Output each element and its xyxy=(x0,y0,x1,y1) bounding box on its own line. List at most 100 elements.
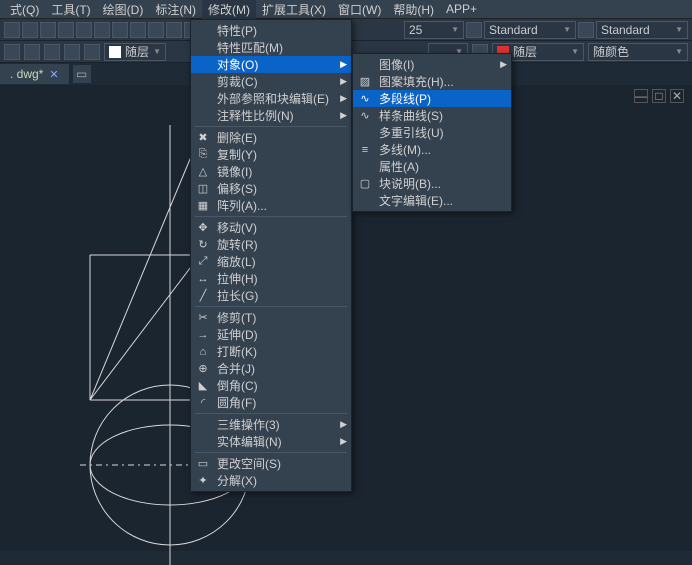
submenu-arrow-icon: ▶ xyxy=(340,436,347,447)
layer-combo[interactable]: 随层▼ xyxy=(104,43,166,61)
menu-item-label: 剪裁(C) xyxy=(217,73,258,90)
menu-item[interactable]: ▨图案填充(H)... xyxy=(353,73,511,90)
chevron-down-icon: ▼ xyxy=(671,25,683,34)
new-tab-button[interactable]: ▭ xyxy=(73,65,91,83)
menu-item-icon xyxy=(195,40,211,56)
menu-app[interactable]: APP+ xyxy=(440,0,483,18)
color-combo[interactable]: 随颜色▼ xyxy=(588,43,688,61)
menu-item[interactable]: ↻旋转(R) xyxy=(191,236,351,253)
menu-item-icon: ◫ xyxy=(195,181,211,197)
chevron-down-icon: ▼ xyxy=(559,25,571,34)
tool-icon[interactable] xyxy=(4,22,20,38)
menu-item[interactable]: 特性(P) xyxy=(191,22,351,39)
tool-icon[interactable] xyxy=(40,22,56,38)
menu-item-icon: ∿ xyxy=(357,108,373,124)
maximize-icon[interactable]: □ xyxy=(652,89,666,103)
style2-combo[interactable]: Standard▼ xyxy=(596,21,688,39)
menu-item[interactable]: 三维操作(3)▶ xyxy=(191,416,351,433)
chevron-down-icon: ▼ xyxy=(567,47,579,56)
menu-item[interactable]: →延伸(D) xyxy=(191,326,351,343)
menu-item[interactable]: 对象(O)▶ xyxy=(191,56,351,73)
dim-combo[interactable]: 25▼ xyxy=(404,21,464,39)
menu-item[interactable]: ⎘复制(Y) xyxy=(191,146,351,163)
menu-item[interactable]: ◣倒角(C) xyxy=(191,377,351,394)
menu-item[interactable]: ⊕合并(J) xyxy=(191,360,351,377)
tool-icon[interactable] xyxy=(58,22,74,38)
close-view-icon[interactable]: ✕ xyxy=(670,89,684,103)
menu-item[interactable]: ▦阵列(A)... xyxy=(191,197,351,214)
menu-dimension[interactable]: 标注(N) xyxy=(149,0,202,20)
menu-item[interactable]: △镜像(I) xyxy=(191,163,351,180)
menu-item[interactable]: ↔拉伸(H) xyxy=(191,270,351,287)
minimize-icon[interactable]: — xyxy=(634,89,648,103)
submenu-arrow-icon: ▶ xyxy=(340,93,347,104)
tool-icon[interactable] xyxy=(578,22,594,38)
menu-draw[interactable]: 绘图(D) xyxy=(97,0,150,20)
menu-item[interactable]: 属性(A) xyxy=(353,158,511,175)
tool-icon[interactable] xyxy=(44,44,60,60)
tool-icon[interactable] xyxy=(148,22,164,38)
menu-item-label: 对象(O) xyxy=(217,56,258,73)
menu-item[interactable]: ✖删除(E) xyxy=(191,129,351,146)
tool-icon[interactable] xyxy=(76,22,92,38)
menu-item[interactable]: ▭更改空间(S) xyxy=(191,455,351,472)
menu-item[interactable]: 文字编辑(E)... xyxy=(353,192,511,209)
style1-combo[interactable]: Standard▼ xyxy=(484,21,576,39)
menu-item[interactable]: 实体编辑(N) ▶ xyxy=(191,433,351,450)
close-icon[interactable]: ✕ xyxy=(49,68,58,81)
menu-item[interactable]: ▢块说明(B)... xyxy=(353,175,511,192)
tool-icon[interactable] xyxy=(4,44,20,60)
menu-item-icon: ⌂ xyxy=(195,344,211,360)
menu-item-icon: ∿ xyxy=(357,91,373,107)
tool-icon[interactable] xyxy=(64,44,80,60)
menu-item[interactable]: ⌂ 打断(K) xyxy=(191,343,351,360)
document-tab[interactable]: . dwg* ✕ xyxy=(0,64,69,84)
tool-icon[interactable] xyxy=(112,22,128,38)
menu-item-icon xyxy=(357,159,373,175)
tab-label: . dwg* xyxy=(10,67,43,81)
tool-icon[interactable] xyxy=(84,44,100,60)
menu-item-icon: ▨ xyxy=(357,74,373,90)
tool-icon[interactable] xyxy=(24,44,40,60)
chevron-down-icon: ▼ xyxy=(149,47,161,56)
menu-item[interactable]: ◜圆角(F) xyxy=(191,394,351,411)
menu-item[interactable]: ⤢缩放(L) xyxy=(191,253,351,270)
tool-icon[interactable] xyxy=(466,22,482,38)
menu-item[interactable]: 图像(I)▶ xyxy=(353,56,511,73)
menu-item[interactable]: ∿样条曲线(S) xyxy=(353,107,511,124)
menu-item[interactable]: ✥移动(V) xyxy=(191,219,351,236)
menu-item[interactable]: ∿多段线(P) xyxy=(353,90,511,107)
menu-extend[interactable]: 扩展工具(X) xyxy=(256,0,332,20)
menu-tools[interactable]: 工具(T) xyxy=(45,0,96,20)
menu-item[interactable]: ◫偏移(S) xyxy=(191,180,351,197)
menu-format[interactable]: 式(Q) xyxy=(4,0,45,20)
menu-item[interactable]: ✦ 分解(X) xyxy=(191,472,351,489)
menu-modify[interactable]: 修改(M) xyxy=(202,0,256,20)
menu-item-icon: ↔ xyxy=(195,271,211,287)
menu-item[interactable]: 剪裁(C)▶ xyxy=(191,73,351,90)
tool-icon[interactable] xyxy=(94,22,110,38)
menu-item-label: 实体编辑(N) xyxy=(217,433,282,450)
menu-item[interactable]: 多重引线(U) xyxy=(353,124,511,141)
menu-item-label: 分解(X) xyxy=(217,472,257,489)
tool-icon[interactable] xyxy=(166,22,182,38)
menu-item-label: 特性(P) xyxy=(217,22,257,39)
menu-help[interactable]: 帮助(H) xyxy=(387,0,440,20)
menu-item-label: 打断(K) xyxy=(217,343,257,360)
tool-icon[interactable] xyxy=(130,22,146,38)
menu-item-icon: → xyxy=(195,327,211,343)
menu-item[interactable]: ≡多线(M)... xyxy=(353,141,511,158)
menu-window[interactable]: 窗口(W) xyxy=(332,0,387,20)
menu-item[interactable]: 注释性比例(N) ▶ xyxy=(191,107,351,124)
menu-item-icon: ✦ xyxy=(195,473,211,489)
menu-item-label: 更改空间(S) xyxy=(217,455,281,472)
menu-item[interactable]: 特性匹配(M) xyxy=(191,39,351,56)
menu-item[interactable]: ╱拉长(G) xyxy=(191,287,351,304)
submenu-arrow-icon: ▶ xyxy=(340,110,347,121)
menu-item-label: 镜像(I) xyxy=(217,163,252,180)
menu-item-icon: ≡ xyxy=(357,142,373,158)
tool-icon[interactable] xyxy=(22,22,38,38)
menu-item[interactable]: 外部参照和块编辑(E)▶ xyxy=(191,90,351,107)
menu-item-label: 注释性比例(N) xyxy=(217,107,294,124)
menu-item[interactable]: ✂修剪(T) xyxy=(191,309,351,326)
